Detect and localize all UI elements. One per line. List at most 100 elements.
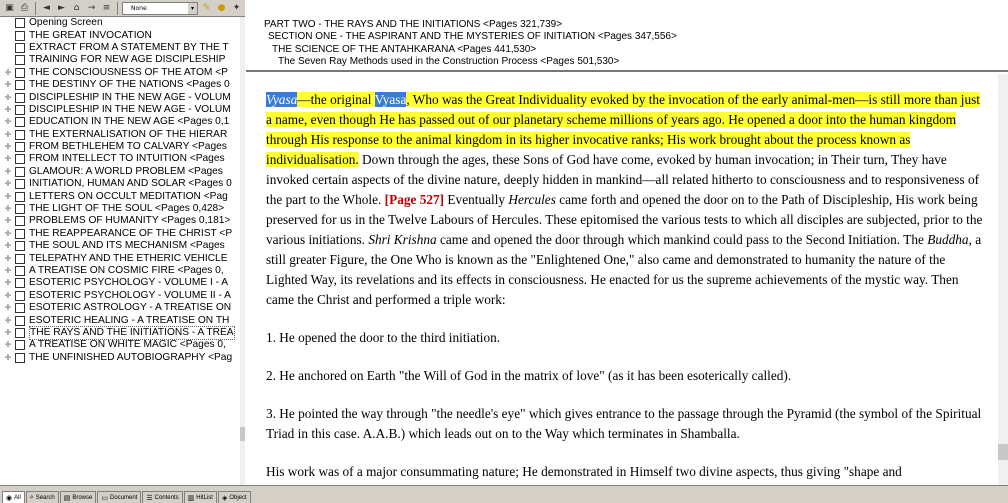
expand-icon[interactable]: ✛ bbox=[3, 130, 13, 139]
list-icon[interactable]: ≡ bbox=[100, 2, 113, 15]
tab-search[interactable]: ⌕ Search bbox=[25, 491, 59, 503]
tree-item[interactable]: ✛ A TREATISE ON COSMIC FIRE <Pages 0, bbox=[0, 265, 244, 277]
tree-item[interactable]: ✛ GLAMOUR: A WORLD PROBLEM <Pages bbox=[0, 166, 244, 178]
tree-item[interactable]: ✛ ESOTERIC ASTROLOGY - A TREATISE ON bbox=[0, 302, 244, 314]
tree-item-checkbox[interactable] bbox=[15, 315, 25, 326]
tree-item-checkbox[interactable] bbox=[15, 67, 25, 78]
tree-item-checkbox[interactable] bbox=[15, 142, 25, 153]
breadcrumb-topic[interactable]: The Seven Ray Methods used in the Constr… bbox=[278, 56, 619, 68]
selected-word[interactable]: Vyasa bbox=[266, 92, 298, 107]
tree-item-checkbox[interactable] bbox=[15, 340, 25, 351]
breadcrumb-section[interactable]: SECTION ONE - THE ASPIRANT AND THE MYSTE… bbox=[268, 31, 677, 43]
tree-scrollbar[interactable] bbox=[240, 17, 245, 485]
tree-item[interactable]: ✛ THE REAPPEARANCE OF THE CHRIST <P bbox=[0, 228, 244, 240]
file-type-select[interactable]: None ▾ bbox=[122, 1, 198, 15]
tree-item-checkbox[interactable] bbox=[15, 42, 25, 53]
expand-icon[interactable]: ✛ bbox=[3, 254, 13, 263]
expand-icon[interactable]: ✛ bbox=[3, 68, 13, 77]
tree-item[interactable]: ✛ FROM INTELLECT TO INTUITION <Pages bbox=[0, 153, 244, 165]
tree-item-checkbox[interactable] bbox=[15, 278, 25, 289]
expand-icon[interactable]: ✛ bbox=[3, 340, 13, 350]
tree-item-checkbox[interactable] bbox=[15, 30, 25, 41]
tree-item-checkbox[interactable] bbox=[15, 204, 25, 215]
document-content[interactable]: Vyasa—the original Vyasa, Who was the Gr… bbox=[246, 74, 998, 485]
tree-item[interactable]: ✛ THE DESTINY OF THE NATIONS <Pages 0 bbox=[0, 79, 244, 91]
tree-item-checkbox[interactable] bbox=[15, 154, 25, 165]
chevron-down-icon[interactable]: ▾ bbox=[188, 2, 197, 14]
expand-icon[interactable]: ✛ bbox=[3, 93, 13, 102]
expand-icon[interactable]: ✛ bbox=[3, 204, 13, 214]
tree-item-checkbox[interactable] bbox=[15, 104, 25, 115]
tab-all[interactable]: ◉ All bbox=[2, 491, 25, 503]
note-icon[interactable]: ● bbox=[215, 2, 228, 15]
tree-item-checkbox[interactable] bbox=[15, 92, 25, 103]
back-icon[interactable]: ◄ bbox=[40, 2, 53, 15]
tree-item[interactable]: TRAINING FOR NEW AGE DISCIPLESHIP bbox=[0, 54, 244, 66]
tree-item-checkbox[interactable] bbox=[15, 18, 25, 29]
tree-item[interactable]: ✛ INITIATION, HUMAN AND SOLAR <Pages 0 bbox=[0, 178, 244, 190]
expand-icon[interactable]: ✛ bbox=[3, 142, 13, 152]
tree-item[interactable]: ✛ THE SOUL AND ITS MECHANISM <Pages bbox=[0, 240, 244, 252]
tree-item[interactable]: ✛ DISCIPLESHIP IN THE NEW AGE - VOLUM bbox=[0, 104, 244, 116]
tree-item-checkbox[interactable] bbox=[15, 241, 25, 252]
expand-icon[interactable]: ✛ bbox=[3, 80, 13, 90]
expand-icon[interactable]: ✛ bbox=[3, 316, 13, 325]
expand-icon[interactable]: ✛ bbox=[3, 154, 13, 164]
tree-item[interactable]: EXTRACT FROM A STATEMENT BY THE T bbox=[0, 42, 244, 54]
tree-item-checkbox[interactable] bbox=[15, 303, 25, 314]
content-scrollbar[interactable] bbox=[998, 74, 1008, 485]
tree-item[interactable]: ✛ THE UNFINISHED AUTOBIOGRAPHY <Pag bbox=[0, 352, 244, 364]
tree-item[interactable]: ✛ THE LIGHT OF THE SOUL <Pages 0,428> bbox=[0, 203, 244, 215]
forward-icon[interactable]: ► bbox=[55, 2, 68, 15]
expand-icon[interactable]: ✛ bbox=[3, 328, 13, 337]
expand-icon[interactable]: ✛ bbox=[3, 241, 13, 251]
save-icon[interactable]: ▣ bbox=[3, 2, 16, 15]
tree-item-checkbox[interactable] bbox=[15, 179, 25, 190]
tree-item[interactable]: ✛ ESOTERIC HEALING - A TREATISE ON TH bbox=[0, 314, 244, 326]
tree-item[interactable]: ✛ THE CONSCIOUSNESS OF THE ATOM <P bbox=[0, 67, 244, 79]
expand-icon[interactable]: ✛ bbox=[3, 192, 13, 201]
tab-document[interactable]: ▭ Document bbox=[97, 491, 142, 503]
tree-item-checkbox[interactable] bbox=[15, 129, 25, 140]
expand-icon[interactable]: ✛ bbox=[3, 179, 13, 189]
breadcrumb-part[interactable]: PART TWO - THE RAYS AND THE INITIATIONS … bbox=[264, 19, 562, 31]
tab-browse[interactable]: ▤ Browse bbox=[59, 491, 97, 503]
tree-item[interactable]: Opening Screen bbox=[0, 17, 244, 29]
highlight-icon[interactable]: ✎ bbox=[200, 2, 213, 15]
tree-item[interactable]: ✛ ESOTERIC PSYCHOLOGY - VOLUME I - A bbox=[0, 277, 244, 289]
tree-item-checkbox[interactable] bbox=[15, 327, 25, 338]
tree-item[interactable]: ✛ EDUCATION IN THE NEW AGE <Pages 0,1 bbox=[0, 116, 244, 128]
print-icon[interactable]: ⎙ bbox=[18, 2, 31, 15]
expand-icon[interactable]: ✛ bbox=[3, 303, 13, 313]
content-scrollbar-thumb[interactable] bbox=[998, 444, 1008, 460]
tab-contents[interactable]: ☰ Contents bbox=[142, 491, 183, 503]
tree-item[interactable]: THE GREAT INVOCATION bbox=[0, 29, 244, 41]
expand-icon[interactable]: ✛ bbox=[3, 216, 13, 226]
expand-icon[interactable]: ✛ bbox=[3, 266, 13, 276]
tab-hitlist[interactable]: ▥ HitList bbox=[183, 491, 217, 503]
tree-item-checkbox[interactable] bbox=[15, 216, 25, 227]
expand-icon[interactable]: ✛ bbox=[3, 291, 13, 300]
selected-word[interactable]: Vyasa bbox=[374, 92, 407, 107]
tree-item-checkbox[interactable] bbox=[15, 80, 25, 91]
tree-item-checkbox[interactable] bbox=[15, 266, 25, 276]
tree-item[interactable]: ✛ THE EXTERNALISATION OF THE HIERAR bbox=[0, 129, 244, 141]
tree-item-checkbox[interactable] bbox=[15, 290, 25, 301]
tree-item-checkbox[interactable] bbox=[15, 117, 25, 128]
tree-item-checkbox[interactable] bbox=[15, 191, 25, 202]
bookmark-icon[interactable]: ✦ bbox=[230, 2, 243, 15]
tree-item-checkbox[interactable] bbox=[15, 352, 25, 363]
tree-item[interactable]: ✛ ESOTERIC PSYCHOLOGY - VOLUME II - A bbox=[0, 290, 244, 302]
tree-item-checkbox[interactable] bbox=[15, 166, 25, 177]
expand-icon[interactable]: ✛ bbox=[3, 353, 13, 362]
go-icon[interactable]: → bbox=[85, 2, 98, 15]
tree-item[interactable]: ✛ FROM BETHLEHEM TO CALVARY <Pages bbox=[0, 141, 244, 153]
tree-item-checkbox[interactable] bbox=[15, 55, 25, 66]
breadcrumb-chapter[interactable]: THE SCIENCE OF THE ANTAHKARANA <Pages 44… bbox=[272, 44, 536, 56]
tree-item-checkbox[interactable] bbox=[15, 253, 25, 264]
tree-item-checkbox[interactable] bbox=[15, 228, 25, 239]
tree-item[interactable]: ✛ TELEPATHY AND THE ETHERIC VEHICLE bbox=[0, 252, 244, 264]
expand-icon[interactable]: ✛ bbox=[3, 229, 13, 238]
expand-icon[interactable]: ✛ bbox=[3, 105, 13, 114]
tree-scrollbar-thumb[interactable] bbox=[240, 427, 245, 441]
